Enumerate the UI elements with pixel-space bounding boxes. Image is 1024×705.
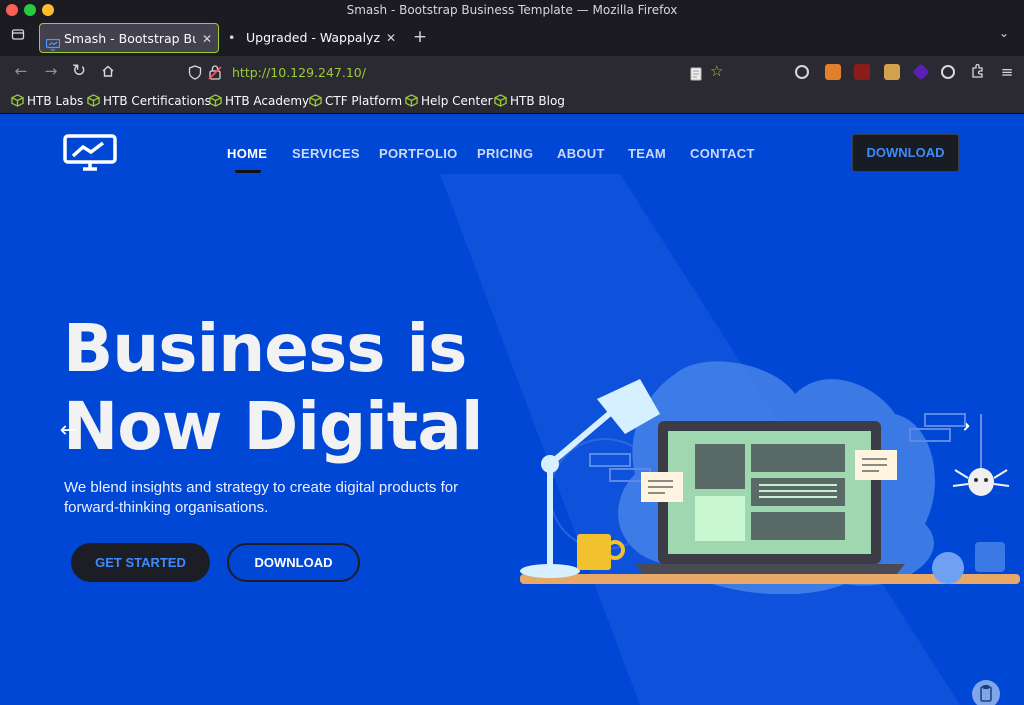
nav-portfolio[interactable]: PORTFOLIO [379, 146, 458, 161]
nav-pricing[interactable]: PRICING [477, 146, 533, 161]
workspace-illustration [520, 361, 1020, 594]
tab-smash[interactable]: Smash - Bootstrap Business Template ✕ [39, 23, 219, 53]
address-bar[interactable]: http://10.129.247.10/ ☆ [180, 59, 740, 87]
bookmark-label: HTB Certifications [103, 94, 211, 108]
bookmark-ctf-platform[interactable]: CTF Platform [309, 94, 402, 108]
insecure-lock-icon[interactable] [208, 64, 222, 84]
bookmark-label: CTF Platform [325, 94, 403, 108]
close-tab-icon[interactable]: ✕ [202, 24, 212, 54]
tab-label: Smash - Bootstrap Business Template [64, 31, 196, 46]
account-icon[interactable] [795, 65, 809, 79]
page-viewport: HOME SERVICES PORTFOLIO PRICING ABOUT TE… [0, 114, 1024, 705]
hero-subtitle: We blend insights and strategy to create… [64, 479, 459, 516]
navigation-toolbar: ← → ↻ http://10.129.247.10/ ☆ ≡ [0, 56, 1024, 90]
bookmark-htb-academy[interactable]: HTB Academy [209, 94, 309, 108]
nav-services[interactable]: SERVICES [292, 146, 360, 161]
bookmark-htb-blog[interactable]: HTB Blog [494, 94, 565, 108]
bookmark-label: HTB Blog [510, 94, 565, 108]
htb-cube-icon [87, 94, 100, 107]
htb-cube-icon [405, 94, 418, 107]
minimize-window-icon[interactable] [24, 4, 36, 16]
tab-wappalyzer[interactable]: • Upgraded - Wappalyzer ✕ [222, 23, 402, 53]
window-title: Smash - Bootstrap Business Template — Mo… [346, 3, 678, 17]
htb-cube-icon [209, 94, 222, 107]
nav-about[interactable]: ABOUT [557, 146, 605, 161]
header-download-button[interactable]: DOWNLOAD [852, 134, 959, 172]
extensions-puzzle-icon[interactable] [970, 63, 986, 79]
palette-extension-icon[interactable] [941, 65, 955, 79]
bookmark-label: Help Center [421, 94, 493, 108]
nav-active-indicator [235, 170, 261, 173]
carousel-prev-arrow-icon[interactable]: ← [52, 416, 86, 448]
new-tab-button[interactable]: + [410, 27, 430, 47]
url-text[interactable]: http://10.129.247.10/ [232, 65, 366, 80]
reader-view-icon[interactable] [690, 66, 702, 85]
close-tab-icon[interactable]: ✕ [386, 23, 396, 53]
wappalyzer-extension-icon[interactable] [912, 63, 930, 81]
hero-download-button[interactable]: DOWNLOAD [227, 543, 360, 582]
bookmark-htb-certifications[interactable]: HTB Certifications [87, 94, 211, 108]
burp-extension-icon[interactable] [854, 64, 870, 80]
close-window-icon[interactable] [6, 4, 18, 16]
list-tabs-chevron-icon[interactable]: ⌄ [994, 26, 1014, 40]
site-logo-icon[interactable] [63, 134, 117, 176]
foxyproxy-extension-icon[interactable] [825, 64, 841, 80]
window-titlebar: Smash - Bootstrap Business Template — Mo… [0, 0, 1024, 20]
dot-favicon-icon: • [228, 30, 236, 45]
tab-overview-icon[interactable] [8, 27, 28, 45]
get-started-button[interactable]: GET STARTED [71, 543, 210, 582]
app-menu-icon[interactable]: ≡ [998, 63, 1016, 81]
htb-cube-icon [309, 94, 322, 107]
back-button[interactable]: ← [10, 62, 32, 80]
tab-label: Upgraded - Wappalyzer [246, 30, 380, 45]
hero-title-line: Business is [63, 310, 467, 387]
forward-button[interactable]: → [40, 62, 62, 80]
cookie-editor-extension-icon[interactable] [884, 64, 900, 80]
bookmark-label: HTB Academy [225, 94, 310, 108]
chat-widget-icon[interactable] [975, 542, 1005, 572]
maximize-window-icon[interactable] [42, 4, 54, 16]
nav-home[interactable]: HOME [227, 146, 267, 161]
clipboard-icon[interactable] [972, 680, 1000, 705]
nav-contact[interactable]: CONTACT [690, 146, 755, 161]
reload-button[interactable]: ↻ [68, 61, 90, 81]
bookmark-help-center[interactable]: Help Center [405, 94, 493, 108]
hero-title: Business is Now Digital [63, 310, 484, 466]
tab-strip: Smash - Bootstrap Business Template ✕ • … [0, 20, 1024, 56]
hero-title-line: Now Digital [63, 388, 484, 465]
home-button[interactable] [98, 64, 118, 82]
bookmark-label: HTB Labs [27, 94, 84, 108]
bookmark-htb-labs[interactable]: HTB Labs [11, 94, 83, 108]
nav-team[interactable]: TEAM [628, 146, 666, 161]
bookmarks-toolbar: HTB Labs HTB Certifications HTB Academy … [0, 90, 1024, 114]
htb-cube-icon [494, 94, 507, 107]
bookmark-star-icon[interactable]: ☆ [710, 62, 723, 80]
carousel-dots [497, 698, 529, 705]
shield-icon[interactable] [188, 65, 202, 84]
htb-cube-icon [11, 94, 24, 107]
